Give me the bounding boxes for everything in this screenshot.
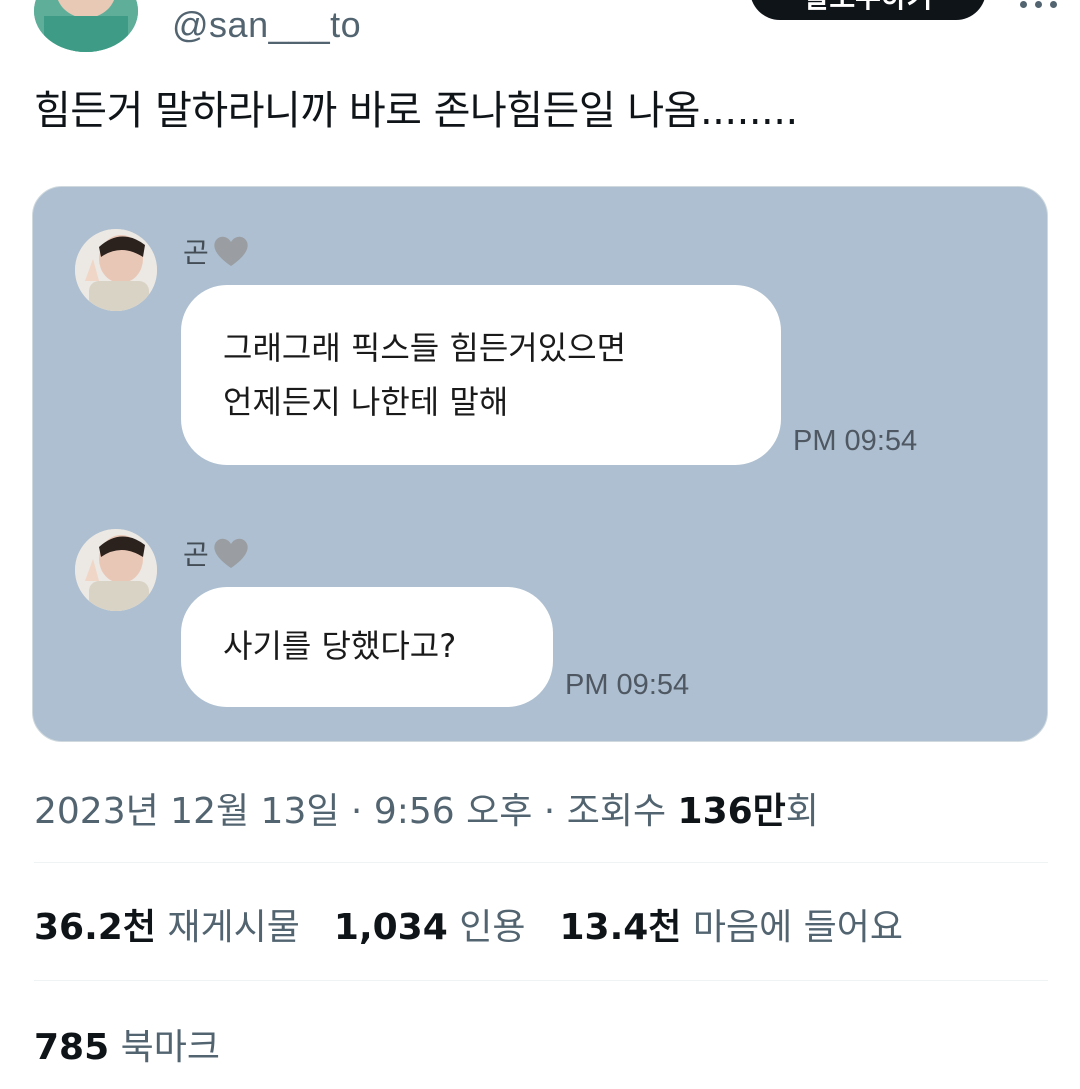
quotes-count: 1,034 xyxy=(333,907,448,948)
tweet-media-image[interactable]: 곤 그래그래 픽스들 힘든거있으면 언제든지 나한테 말해 PM 09:54 곤… xyxy=(32,186,1048,742)
tweet-date[interactable]: 2023년 12월 13일 xyxy=(34,791,339,832)
chat-timestamp: PM 09:54 xyxy=(565,669,690,701)
bookmarks-count: 785 xyxy=(34,1027,110,1068)
retweets-stat[interactable]: 36.2천 재게시물 xyxy=(34,898,300,950)
chat-sender-label: 곤 xyxy=(183,236,209,269)
divider xyxy=(34,980,1048,981)
grey-heart-icon xyxy=(211,535,251,571)
chat-timestamp: PM 09:54 xyxy=(793,425,918,457)
tweet-meta: 2023년 12월 13일 · 9:56 오후 · 조회수 136만회 xyxy=(34,782,819,834)
retweets-count: 36.2천 xyxy=(34,907,156,948)
views-suffix: 회 xyxy=(785,791,819,832)
chat-avatar xyxy=(75,529,157,611)
quotes-label: 인용 xyxy=(459,907,526,948)
likes-stat[interactable]: 13.4천 마음에 들어요 xyxy=(559,898,903,950)
chat-sender-label: 곤 xyxy=(183,538,209,571)
bookmarks-stat[interactable]: 785 북마크 xyxy=(34,1018,220,1070)
chat-bubble: 그래그래 픽스들 힘든거있으면 언제든지 나한테 말해 xyxy=(181,285,781,465)
bookmarks-label: 북마크 xyxy=(120,1027,220,1068)
tweet-stats: 36.2천 재게시물 1,034 인용 13.4천 마음에 들어요 xyxy=(34,898,903,950)
meta-separator: · xyxy=(339,791,374,832)
tweet-time[interactable]: 9:56 오후 xyxy=(374,791,533,832)
retweets-label: 재게시물 xyxy=(167,907,300,948)
chat-bubble-line: 언제든지 나한테 말해 xyxy=(223,383,509,421)
grey-heart-icon xyxy=(211,233,251,269)
quotes-stat[interactable]: 1,034 인용 xyxy=(334,898,526,950)
chat-avatar xyxy=(75,229,157,311)
divider xyxy=(34,862,1048,863)
chat-bubble-line: 그래그래 픽스들 힘든거있으면 xyxy=(223,329,627,367)
follow-button[interactable]: 팔로우하기 xyxy=(750,0,986,20)
views-label: 조회수 xyxy=(566,791,678,832)
meta-separator: · xyxy=(532,791,567,832)
more-horizontal-icon[interactable] xyxy=(1020,0,1060,14)
views-count: 136만 xyxy=(677,791,786,832)
tweet-text: 힘든거 말하라니까 바로 존나힘든일 나옴........ xyxy=(34,88,798,134)
author-handle[interactable]: @san___to xyxy=(172,4,361,46)
chat-bubble-line: 사기를 당했다고? xyxy=(223,627,457,665)
likes-count: 13.4천 xyxy=(559,907,682,948)
chat-sender-name: 곤 xyxy=(183,231,251,271)
author-avatar[interactable] xyxy=(34,0,138,52)
chat-bubble: 사기를 당했다고? xyxy=(181,587,553,707)
chat-sender-name: 곤 xyxy=(183,533,251,573)
likes-label: 마음에 들어요 xyxy=(692,907,904,948)
